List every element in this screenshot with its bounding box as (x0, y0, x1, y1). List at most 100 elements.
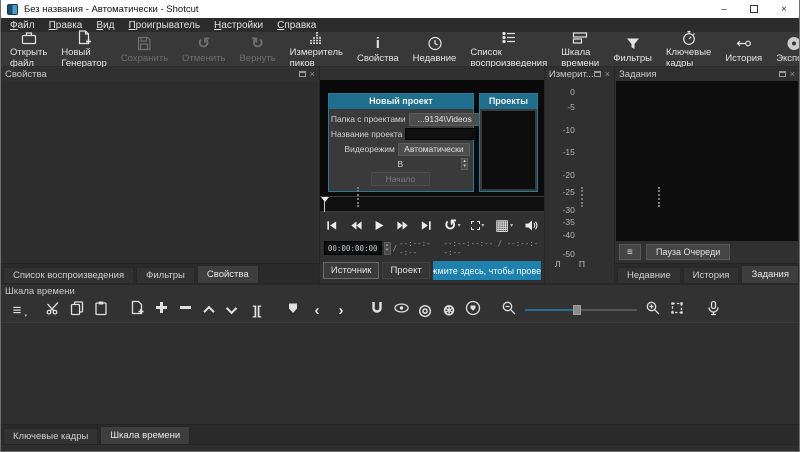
recent-button[interactable]: Недавние (406, 34, 464, 65)
minimize-icon: – (721, 4, 727, 15)
playhead-icon[interactable] (321, 197, 329, 202)
close-dock-icon[interactable]: × (790, 70, 795, 79)
new-generator-button[interactable]: Новый Генератор (54, 28, 114, 70)
window-controls: – × (709, 0, 799, 18)
tab-recent[interactable]: Недавние (617, 267, 681, 283)
timeline-button[interactable]: Шкала времени (554, 28, 606, 70)
keyframes-button[interactable]: Ключевые кадры (659, 28, 718, 70)
position-timecode[interactable]: 00:00:00:00 (324, 241, 382, 255)
timecode-spinner[interactable]: ▴▾ (384, 242, 391, 255)
minimize-button[interactable]: – (709, 0, 739, 18)
skip-end-button[interactable] (420, 219, 433, 232)
paste-button[interactable] (89, 299, 113, 321)
close-dock-icon[interactable]: × (605, 70, 610, 79)
info-icon: i (376, 35, 380, 52)
grid-button[interactable]: ▦▾ (495, 219, 513, 232)
tab-filters[interactable]: Фильтры (136, 267, 195, 283)
projects-folder-button[interactable]: ...9134\Videos (409, 113, 481, 126)
marker-button[interactable] (281, 299, 305, 321)
tab-timeline[interactable]: Шкала времени (100, 426, 190, 444)
next-marker-button[interactable]: › (329, 299, 353, 321)
seek-bar[interactable] (320, 196, 544, 213)
update-check-button[interactable]: Нажмите здесь, чтобы провер... (433, 261, 541, 280)
playlist-button[interactable]: Список воспроизведения (463, 28, 554, 70)
split-button[interactable]: ][ (245, 299, 269, 321)
zoom-in-button[interactable] (641, 299, 665, 321)
volume-button[interactable] (524, 219, 539, 232)
slider-thumb[interactable] (573, 305, 581, 315)
ripple-button[interactable]: ◎ (413, 299, 437, 321)
open-file-button[interactable]: Открыть файл (3, 28, 54, 70)
jobs-list[interactable] (616, 81, 798, 241)
chevron-down-icon: ▾ (24, 314, 27, 319)
close-dock-icon[interactable]: × (310, 70, 315, 79)
export-button[interactable]: Экспорт (769, 34, 800, 65)
aspect-spinner[interactable]: ▴▾ (461, 158, 468, 170)
loop-icon: ↺ (444, 218, 457, 233)
player-top-strip (320, 67, 544, 80)
tab-history[interactable]: История (683, 267, 740, 283)
splitter-handle[interactable] (658, 187, 660, 207)
zoom-out-button[interactable] (497, 299, 521, 321)
tab-project[interactable]: Проект (382, 262, 429, 279)
timeline-zoom-slider[interactable] (525, 303, 637, 317)
filters-button[interactable]: Фильтры (606, 34, 659, 65)
loop-button[interactable]: ↺▾ (444, 218, 461, 233)
db-label: -10 (549, 125, 575, 135)
save-button[interactable]: Сохранить (114, 34, 175, 65)
splitter-handle[interactable] (357, 187, 359, 207)
tab-keyframes[interactable]: Ключевые кадры (3, 428, 98, 444)
history-button[interactable]: История (718, 34, 769, 65)
jobs-menu-button[interactable]: ≡ (619, 244, 641, 260)
copy-button[interactable] (65, 299, 89, 321)
ripple-markers-button[interactable] (461, 299, 485, 321)
tab-playlist[interactable]: Список воспроизведения (3, 267, 134, 283)
zoom-fit-button[interactable] (665, 299, 689, 321)
title-bar: Без названия - Автоматически - Shotcut –… (1, 0, 799, 18)
lift-button[interactable] (197, 299, 221, 321)
skip-start-button[interactable] (325, 219, 338, 232)
ripple-icon: ◎ (418, 304, 431, 317)
float-dock-icon[interactable] (299, 71, 306, 77)
redo-button[interactable]: ↻ Вернуть (232, 34, 282, 65)
properties-button[interactable]: i Свойства (350, 34, 406, 65)
timeline-tracks-area[interactable] (1, 322, 799, 424)
menu-player[interactable]: Проигрыватель (121, 18, 207, 32)
scrub-button[interactable] (389, 299, 413, 321)
projects-list[interactable] (482, 111, 535, 189)
zoom-toggle-button[interactable]: ▾ (471, 221, 484, 230)
close-button[interactable]: × (769, 0, 799, 18)
record-audio-button[interactable] (701, 299, 725, 321)
project-name-input[interactable] (405, 128, 477, 140)
overwrite-button[interactable] (221, 299, 245, 321)
play-button[interactable] (373, 219, 385, 232)
video-mode-dropdown[interactable]: Автоматически (398, 143, 470, 156)
inout-timecode: --:--:--:-- / --:--:--:-- (443, 239, 539, 257)
cut-button[interactable] (41, 299, 65, 321)
fast-forward-button[interactable] (396, 219, 410, 232)
main-toolbar: Открыть файл Новый Генератор Сохранить ↺… (1, 32, 799, 67)
tab-source[interactable]: Источник (323, 262, 380, 279)
jobs-panel: Задания × ≡ Пауза Очереди Недавние Истор… (615, 67, 799, 283)
tab-jobs[interactable]: Задания (741, 265, 799, 283)
menu-settings[interactable]: Настройки (207, 18, 270, 32)
splitter-handle[interactable] (581, 187, 583, 207)
prev-marker-button[interactable]: ‹ (305, 299, 329, 321)
undo-button[interactable]: ↺ Отменить (175, 34, 232, 65)
start-button[interactable]: Начало (371, 172, 431, 186)
snap-button[interactable] (365, 299, 389, 321)
float-dock-icon[interactable] (779, 71, 786, 77)
peak-meter-button[interactable]: Измеритель пиков (283, 28, 350, 70)
maximize-button[interactable] (739, 0, 769, 18)
ripple-all-tracks-button[interactable]: ⊛ (437, 299, 461, 321)
add-track-button[interactable] (149, 299, 173, 321)
append-button[interactable] (125, 299, 149, 321)
tab-properties[interactable]: Свойства (197, 265, 259, 283)
float-dock-icon[interactable] (594, 71, 601, 77)
pause-queue-button[interactable]: Пауза Очереди (646, 244, 730, 260)
open-file-icon (20, 29, 38, 46)
ripple-delete-button[interactable] (173, 299, 197, 321)
timeline-menu-button[interactable]: ≡▾ (5, 299, 29, 321)
rewind-button[interactable] (349, 219, 363, 232)
jobs-controls: ≡ Пауза Очереди (615, 241, 799, 263)
